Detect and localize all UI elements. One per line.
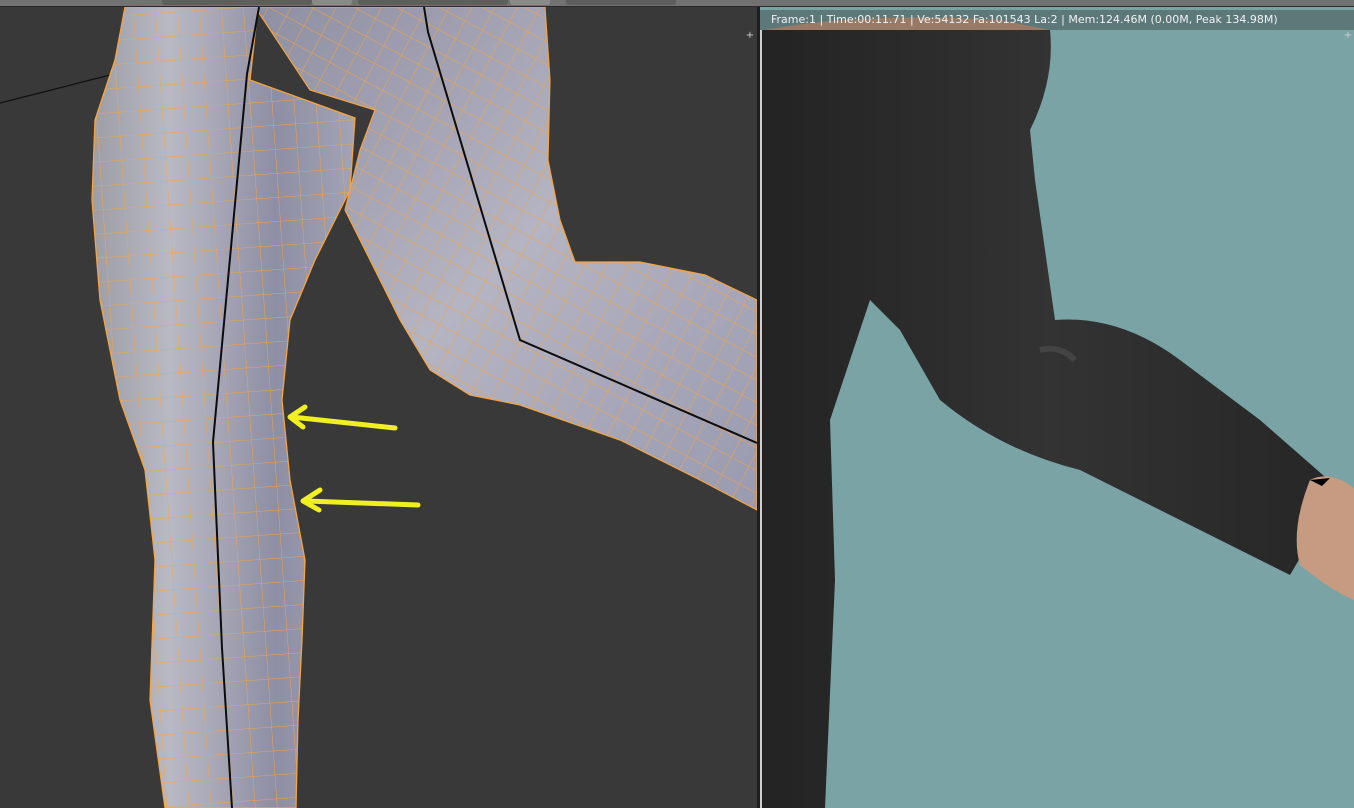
header-widget[interactable] [162, 0, 312, 5]
arrow-icon [300, 487, 421, 513]
area-split-plus-icon[interactable]: + [745, 31, 755, 41]
3d-viewport[interactable]: + [0, 7, 757, 808]
viewport-canvas[interactable] [0, 7, 757, 808]
front-leg-mesh[interactable] [80, 7, 380, 808]
area-split-plus-icon[interactable]: + [1343, 31, 1353, 41]
header-strip [0, 0, 1354, 7]
arrow-icon [287, 404, 398, 431]
foot-skin [1296, 476, 1354, 600]
header-widget[interactable] [312, 0, 352, 5]
render-stats: Frame:1 | Time:00:11.71 | Ve:54132 Fa:10… [760, 10, 1354, 30]
pants [762, 30, 1340, 808]
header-widget[interactable] [510, 0, 550, 5]
render-canvas [760, 17, 1354, 808]
header-widget[interactable] [566, 0, 676, 5]
back-leg-mesh[interactable] [250, 7, 757, 520]
grid-line [0, 74, 111, 104]
header-widget[interactable] [358, 0, 508, 5]
render-view[interactable]: Frame:1 | Time:00:11.71 | Ve:54132 Fa:10… [760, 7, 1354, 808]
